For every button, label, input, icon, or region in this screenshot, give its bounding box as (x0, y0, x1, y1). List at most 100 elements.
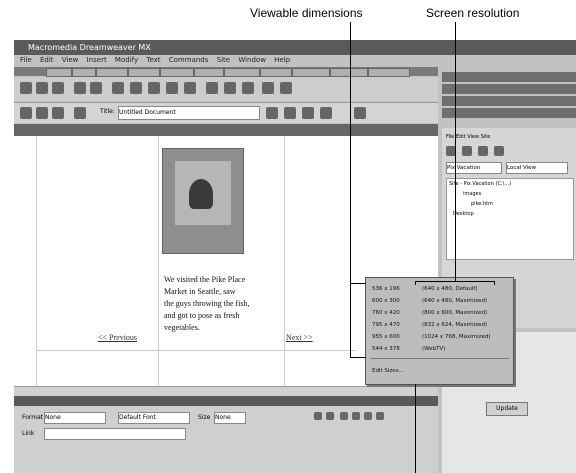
insert-tab[interactable] (292, 68, 330, 77)
code-panel-header[interactable] (442, 84, 576, 94)
insert-tab[interactable] (128, 68, 160, 77)
insert-tab[interactable] (96, 68, 128, 77)
template-icon[interactable] (280, 82, 292, 94)
justify-icon[interactable] (376, 412, 384, 420)
comment-icon[interactable] (262, 82, 274, 94)
menu-item[interactable]: 600 x 300 (640 x 480, Maximized) (372, 296, 487, 306)
table-icon[interactable] (74, 82, 86, 94)
visual-aids-icon[interactable] (354, 107, 366, 119)
insert-tab[interactable] (46, 68, 72, 77)
refresh-site-icon[interactable] (462, 146, 472, 156)
get-files-icon[interactable] (478, 146, 488, 156)
menu-item-res: (1024 x 768, Maximized) (422, 334, 491, 340)
bold-icon[interactable] (314, 412, 322, 420)
property-inspector-header[interactable] (14, 396, 438, 406)
menu-item[interactable]: 544 x 378 (WebTV) (372, 344, 445, 354)
anchor-icon[interactable] (52, 82, 64, 94)
insert-tab[interactable] (368, 68, 410, 77)
put-files-icon[interactable] (494, 146, 504, 156)
date-icon[interactable] (224, 82, 236, 94)
fireworks-icon[interactable] (130, 82, 142, 94)
insert-tab[interactable] (330, 68, 368, 77)
menu-file[interactable]: File (20, 56, 32, 64)
doc-title-label: Title: (100, 108, 115, 115)
tree-folder-images[interactable]: images (447, 189, 573, 199)
align-left-icon[interactable] (340, 412, 348, 420)
insert-tab[interactable] (160, 68, 194, 77)
menu-item-dims: 795 x 470 (372, 322, 400, 328)
insert-bar-tabs (14, 67, 438, 77)
insert-tab[interactable] (72, 68, 96, 77)
edit-sizes-item[interactable]: Edit Sizes... (372, 366, 404, 376)
insert-icon-row (14, 77, 438, 101)
paragraph-line: We visited the Pike Place (164, 275, 246, 284)
refresh-icon[interactable] (302, 107, 314, 119)
tree-desktop[interactable]: Desktop (447, 209, 573, 219)
italic-icon[interactable] (326, 412, 334, 420)
menu-item-res: (640 x 480, Default) (422, 286, 478, 292)
menu-item-res: (WebTV) (422, 346, 446, 352)
tree-file-pike[interactable]: pike.htm (447, 199, 573, 209)
menu-item-res: (640 x 480, Maximized) (422, 298, 488, 304)
menu-modify[interactable]: Modify (115, 56, 138, 64)
previous-link[interactable]: << Previous (98, 333, 137, 342)
menu-edit[interactable]: Edit (40, 56, 54, 64)
split-view-icon[interactable] (36, 107, 48, 119)
property-inspector: Format None Default Font Size None Link (14, 406, 438, 473)
menu-text[interactable]: Text (146, 56, 160, 64)
view-select[interactable]: Local View (506, 162, 568, 174)
rollover-icon[interactable] (184, 82, 196, 94)
screen-resolution-bracket (415, 281, 495, 282)
site-panel-menu[interactable]: File Edit View Site (446, 134, 490, 140)
insert-tab[interactable] (194, 68, 224, 77)
menu-item[interactable]: 795 x 470 (832 x 624, Maximized) (372, 320, 487, 330)
files-panel-header[interactable] (442, 108, 576, 118)
design-panel-header[interactable] (442, 72, 576, 82)
live-data-icon[interactable] (74, 107, 86, 119)
tree-site-root[interactable]: Site - Pix Vacation (C:\...) (447, 179, 573, 189)
doc-title-input[interactable]: Untitled Document (118, 106, 260, 120)
hr-icon[interactable] (206, 82, 218, 94)
size-select[interactable]: None (214, 412, 246, 424)
view-options-icon[interactable] (320, 107, 332, 119)
menu-item-dims: 760 x 420 (372, 310, 400, 316)
callout-screen-resolution: Screen resolution (426, 6, 520, 20)
navbar-icon[interactable] (148, 82, 160, 94)
image-icon[interactable] (112, 82, 124, 94)
format-select[interactable]: None (44, 412, 106, 424)
paragraph-line: the guys throwing the fish, (164, 299, 250, 308)
code-view-icon[interactable] (20, 107, 32, 119)
application-panel-header[interactable] (442, 96, 576, 106)
update-button[interactable]: Update (486, 402, 528, 416)
menu-item[interactable]: 955 x 600 (1024 x 768, Maximized) (372, 332, 491, 342)
insert-tab[interactable] (260, 68, 292, 77)
menu-insert[interactable]: Insert (87, 56, 107, 64)
next-link[interactable]: Next >> (286, 333, 313, 342)
design-view-icon[interactable] (52, 107, 64, 119)
table-border (36, 136, 37, 386)
hyperlink-icon[interactable] (20, 82, 32, 94)
insert-tab[interactable] (224, 68, 260, 77)
link-input[interactable] (44, 428, 186, 440)
flash-icon[interactable] (166, 82, 178, 94)
menu-separator (370, 358, 509, 359)
menu-window[interactable]: Window (238, 56, 266, 64)
link-label: Link (22, 430, 35, 437)
menu-view[interactable]: View (62, 56, 79, 64)
font-select[interactable]: Default Font (118, 412, 190, 424)
menu-item[interactable]: 536 x 196 (640 x 480, Default) (372, 284, 478, 294)
align-right-icon[interactable] (364, 412, 372, 420)
file-management-icon[interactable] (266, 107, 278, 119)
menu-item[interactable]: 760 x 420 (800 x 600, Maximized) (372, 308, 487, 318)
menu-site[interactable]: Site (217, 56, 230, 64)
layer-icon[interactable] (90, 82, 102, 94)
align-center-icon[interactable] (352, 412, 360, 420)
menu-commands[interactable]: Commands (169, 56, 209, 64)
preview-icon[interactable] (284, 107, 296, 119)
body-paragraph: We visited the Pike Place Market in Seat… (164, 274, 250, 334)
table-border (158, 136, 159, 386)
menu-help[interactable]: Help (274, 56, 290, 64)
tabular-icon[interactable] (242, 82, 254, 94)
email-icon[interactable] (36, 82, 48, 94)
viewable-bracket-bottom (350, 357, 366, 358)
